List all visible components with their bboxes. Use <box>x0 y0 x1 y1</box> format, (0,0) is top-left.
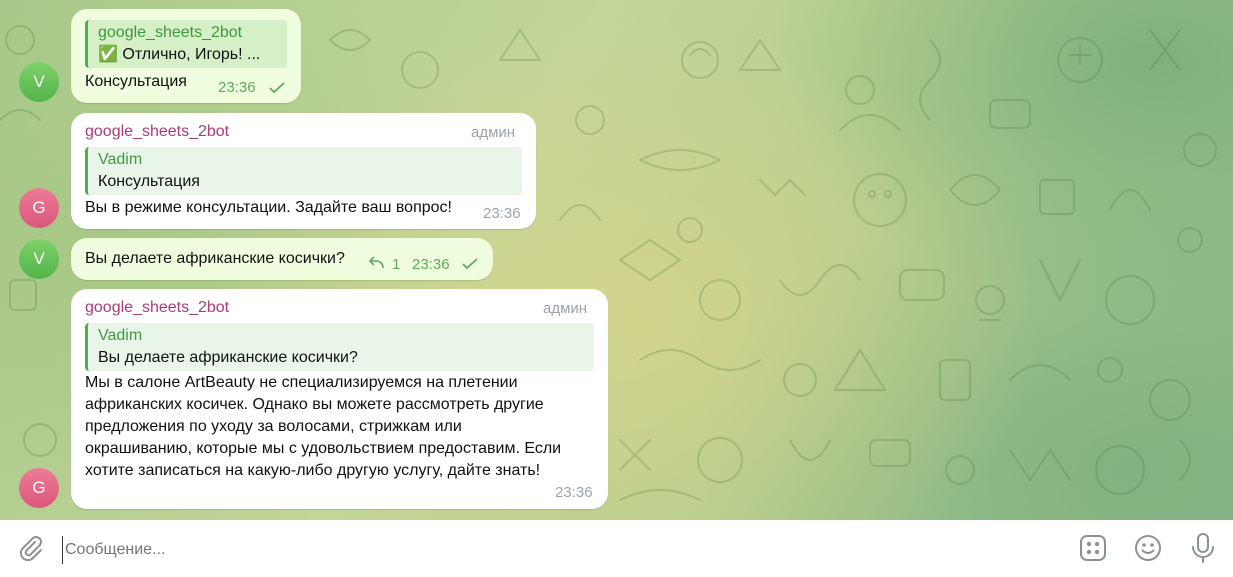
message-bubble[interactable]: google_sheets_2bot ✅ Отлично, Игорь! ...… <box>71 9 301 103</box>
message-line: Мы в салоне ArtBeauty не специализируемс… <box>85 374 518 391</box>
reply-quote[interactable]: google_sheets_2bot ✅ Отлично, Игорь! ... <box>85 20 287 68</box>
reply-arrow-icon[interactable] <box>369 256 385 270</box>
chat-area: V google_sheets_2bot ✅ Отлично, Игорь! .… <box>0 0 1233 520</box>
message-text: Консультация <box>85 73 187 90</box>
microphone-icon[interactable] <box>1190 532 1216 564</box>
message-time: 23:36 <box>412 256 450 273</box>
admin-badge: админ <box>471 124 516 141</box>
message-composer <box>0 520 1233 577</box>
message-input[interactable] <box>62 536 967 564</box>
emoji-icon[interactable] <box>1133 533 1163 563</box>
sender-name[interactable]: google_sheets_2bot <box>85 123 229 141</box>
message-bubble[interactable]: Вы делаете африканские косички? 1 23:36 <box>71 238 493 280</box>
reply-text: Консультация <box>98 173 200 190</box>
message-bubble[interactable]: google_sheets_2bot админ Vadim Вы делает… <box>71 289 608 509</box>
avatar[interactable]: G <box>19 188 59 228</box>
bot-commands-icon[interactable] <box>1079 534 1107 562</box>
reply-text: Вы делаете африканские косички? <box>98 349 358 366</box>
reply-sender: Vadim <box>98 327 143 344</box>
reply-sender: Vadim <box>98 151 143 168</box>
message-text: Вы делаете африканские косички? <box>85 250 345 267</box>
admin-badge: админ <box>543 300 588 317</box>
message-line: предложения по уходу за волосами, стрижк… <box>85 418 462 435</box>
sender-name[interactable]: google_sheets_2bot <box>85 299 229 317</box>
message-bubble[interactable]: google_sheets_2bot админ Vadim Консульта… <box>71 113 536 229</box>
reply-count[interactable]: 1 <box>392 256 400 273</box>
paperclip-icon[interactable] <box>16 534 44 562</box>
message-text: Вы в режиме консультации. Задайте ваш во… <box>85 199 452 216</box>
avatar[interactable]: V <box>19 62 59 102</box>
message-line: африканских косичек. Однако вы можете ра… <box>85 396 544 413</box>
message-text: Мы в салоне ArtBeauty не специализируемс… <box>85 372 561 482</box>
sent-check-icon <box>462 258 478 270</box>
reply-text: ✅ Отлично, Игорь! ... <box>98 46 261 63</box>
avatar-letter: V <box>33 249 45 268</box>
reply-sender: google_sheets_2bot <box>98 24 243 41</box>
avatar[interactable]: V <box>19 239 59 279</box>
avatar-letter: V <box>33 72 45 91</box>
message-line: хотите записаться на какую-либо другую у… <box>85 462 541 479</box>
message-line: окрашиванию, которые мы с удовольствием … <box>85 440 562 457</box>
reply-quote[interactable]: Vadim Консультация <box>85 147 522 195</box>
avatar-letter: G <box>32 198 46 217</box>
message-time: 23:36 <box>555 484 593 501</box>
sent-check-icon <box>269 82 285 94</box>
avatar[interactable]: G <box>19 468 59 508</box>
message-time: 23:36 <box>218 79 256 96</box>
message-time: 23:36 <box>483 205 521 222</box>
reply-quote[interactable]: Vadim Вы делаете африканские косички? <box>85 323 594 371</box>
avatar-letter: G <box>32 478 46 497</box>
